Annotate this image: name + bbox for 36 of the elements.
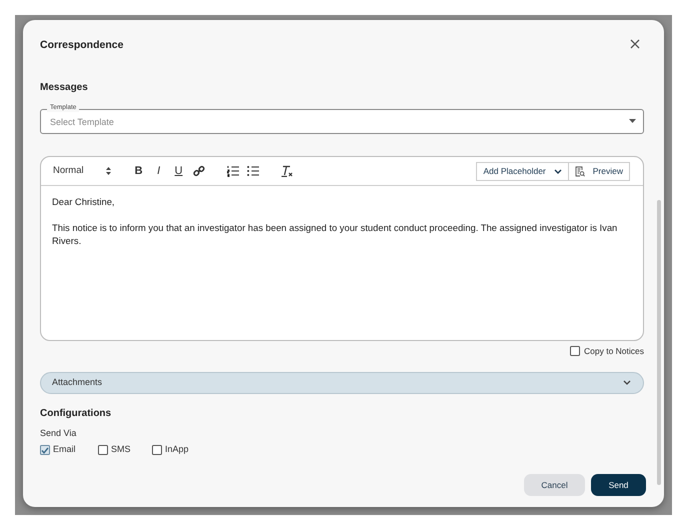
cancel-button[interactable]: Cancel — [524, 474, 585, 496]
check-icon — [41, 446, 49, 454]
editor-paragraph: This notice is to inform you that an investigator has been assigned to your student conduct proceeding. The assigned investigator is Ivan Rivers. — [52, 221, 618, 247]
section-heading: Configurations — [40, 406, 112, 421]
underline-button[interactable]: U — [168, 166, 189, 176]
dialog-title: Correspondence — [40, 38, 124, 53]
clear-format-icon — [280, 165, 293, 177]
italic-button[interactable]: I — [148, 166, 169, 176]
checkbox-label: Copy to Notices — [584, 345, 644, 358]
send-button[interactable]: Send — [591, 474, 646, 496]
add-placeholder-button[interactable]: Add Placeholder — [476, 162, 569, 180]
close-icon — [630, 39, 640, 49]
checkbox[interactable] — [98, 445, 108, 455]
format-select[interactable]: Normal — [53, 166, 111, 176]
checkbox[interactable] — [40, 445, 50, 455]
preview-button[interactable]: Preview — [568, 162, 630, 180]
editor-paragraph: Dear Christine, — [52, 195, 116, 208]
checkbox-label: Email — [53, 443, 76, 456]
numbered-list-icon — [226, 165, 239, 177]
document-search-icon — [574, 166, 585, 176]
checkbox-label: InApp — [165, 443, 189, 456]
bold-button[interactable]: B — [128, 166, 149, 176]
caret-icon — [629, 119, 636, 123]
template-select[interactable]: Select Template — [40, 109, 644, 134]
chevron-down-icon — [554, 168, 562, 174]
sort-icon — [106, 167, 111, 175]
close-button[interactable] — [628, 37, 642, 51]
bullet-list-icon — [246, 165, 259, 177]
section-heading: Messages — [40, 81, 89, 95]
link-icon — [192, 165, 205, 177]
scrollbar[interactable] — [657, 200, 661, 485]
checkbox[interactable] — [570, 346, 580, 356]
field-label: Send Via — [40, 426, 78, 440]
attachments-accordion[interactable]: Attachments — [40, 372, 644, 394]
checkbox-label: SMS — [111, 443, 131, 456]
checkbox[interactable] — [152, 445, 162, 455]
